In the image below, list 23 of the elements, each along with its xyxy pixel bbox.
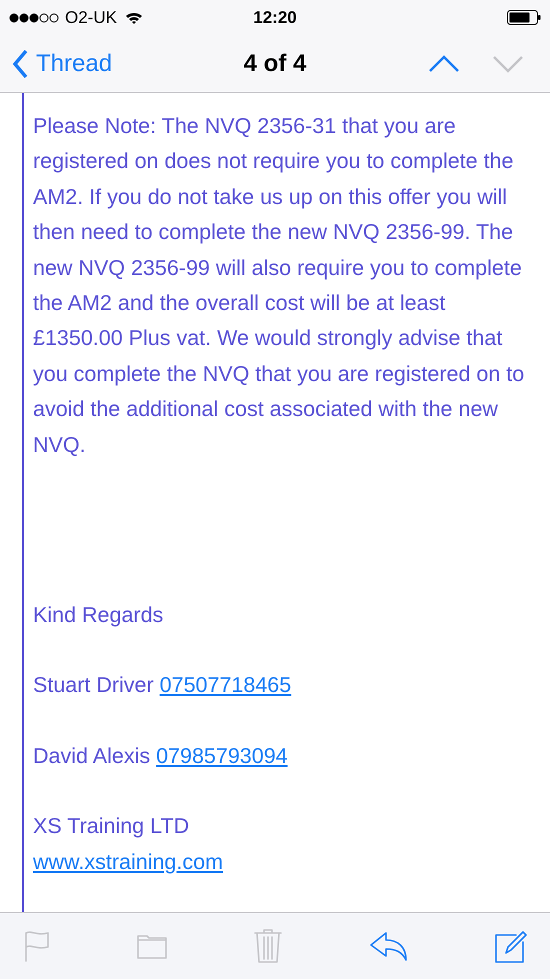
reply-icon <box>368 931 408 961</box>
website-link[interactable]: www.xstraining.com <box>33 844 223 880</box>
back-chevron-icon <box>12 48 28 78</box>
folder-icon <box>136 932 168 960</box>
signal-icon <box>9 12 59 22</box>
closing-text: Kind Regards <box>33 602 164 630</box>
contact-name: David Alexis <box>33 744 150 768</box>
carrier-name: O2-UK <box>65 6 117 29</box>
chevron-down-icon <box>492 54 524 72</box>
message-position: 4 of 4 <box>244 48 306 78</box>
phone-link[interactable]: 07985793094 <box>156 744 288 768</box>
back-button[interactable]: Thread <box>12 46 112 82</box>
trash-icon <box>253 928 283 964</box>
phone-link[interactable]: 07507718465 <box>160 673 292 698</box>
contact-name: Stuart Driver <box>33 673 154 698</box>
email-paragraph: Please Note: The NVQ 2356-31 that you are registered on does not require you to complete the AM2. If you do not take us up on this offer you will then need to complete the new NVQ 2356-99. The new NVQ 2356-99 will also require you to complete the AM2 and the overall cost will be at least £1350.00 Plus vat. We would strongly advise that you complete the NVQ that you are registered on to avoid the additional cost associated with the new NVQ. <box>33 113 526 459</box>
wifi-icon <box>124 11 143 24</box>
status-time: 12:20 <box>253 6 297 29</box>
compose-icon <box>494 929 528 963</box>
chevron-up-icon <box>428 54 460 72</box>
battery-icon <box>507 10 541 25</box>
company-name: XS Training LTD <box>33 813 190 840</box>
flag-icon <box>24 930 50 962</box>
